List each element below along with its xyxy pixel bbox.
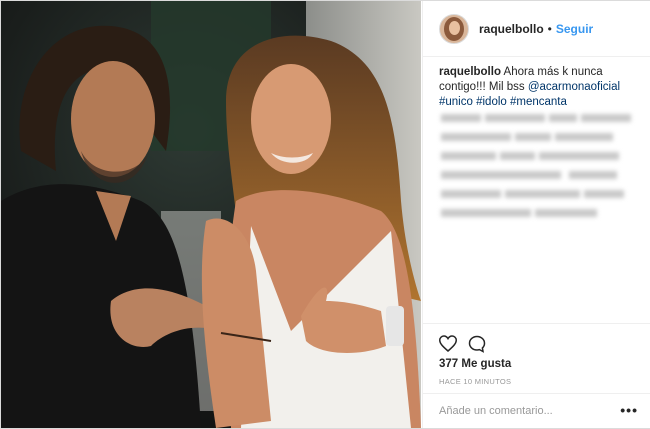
- caption-username[interactable]: raquelbollo: [439, 66, 501, 78]
- comment-input[interactable]: Añade un comentario...: [439, 405, 553, 417]
- hashtag-unico[interactable]: #unico: [439, 96, 473, 108]
- post-card: raquelbollo • Seguir raquelbollo Ahora m…: [0, 0, 650, 429]
- avatar[interactable]: [439, 13, 469, 44]
- blurred-comment-1: [439, 111, 639, 149]
- hashtag-idolo[interactable]: #idolo: [476, 96, 507, 108]
- likes-count[interactable]: 377 Me gusta: [439, 358, 511, 370]
- header-username[interactable]: raquelbollo: [479, 22, 544, 36]
- comment-bubble-icon[interactable]: [468, 335, 486, 358]
- hashtag-mencanta[interactable]: #mencanta: [510, 96, 567, 108]
- separator-dot: •: [547, 21, 552, 36]
- post-timestamp: HACE 10 MINUTOS: [439, 377, 512, 386]
- post-photo[interactable]: [1, 1, 421, 428]
- caption-mention[interactable]: @acarmonaoficial: [528, 81, 620, 93]
- heart-icon[interactable]: [438, 335, 458, 357]
- blurred-comment-2: [439, 149, 639, 225]
- more-options-icon[interactable]: •••: [620, 402, 638, 418]
- follow-button[interactable]: Seguir: [556, 22, 593, 36]
- comment-box: Añade un comentario... •••: [423, 393, 650, 429]
- photo-illustration: [1, 1, 421, 428]
- post-header: raquelbollo • Seguir: [423, 1, 650, 57]
- post-sidebar: raquelbollo • Seguir raquelbollo Ahora m…: [422, 1, 650, 428]
- post-caption: raquelbollo Ahora más k nunca contigo!!!…: [439, 65, 639, 110]
